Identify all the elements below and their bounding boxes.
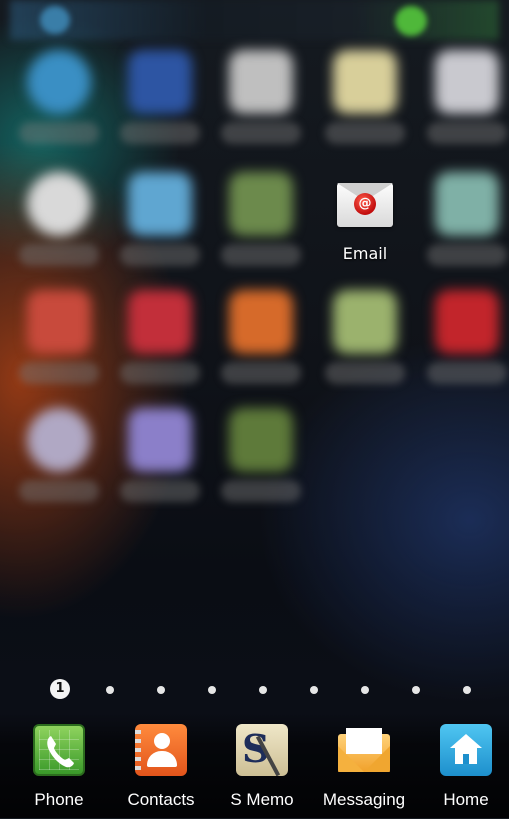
blurred-app[interactable]: [216, 408, 306, 518]
app-icon: [229, 408, 293, 472]
app-icon: [27, 50, 91, 114]
blurred-app[interactable]: [115, 172, 205, 282]
app-label-blurred: [427, 362, 507, 384]
dock-item-messaging[interactable]: Messaging: [314, 724, 414, 819]
blurred-app[interactable]: [422, 50, 509, 160]
page-dot[interactable]: [361, 686, 369, 694]
app-icon: [128, 50, 192, 114]
app-label-blurred: [19, 480, 99, 502]
blurred-app[interactable]: [216, 50, 306, 160]
email-icon[interactable]: @: [337, 183, 393, 227]
phone-icon: [33, 724, 85, 776]
app-label-blurred: [221, 362, 301, 384]
dock-item-contacts[interactable]: Contacts: [111, 724, 211, 819]
app-grid: [0, 0, 509, 560]
app-label-blurred: [427, 244, 507, 266]
s-memo-icon: S: [236, 724, 288, 776]
dock-item-home[interactable]: Home: [416, 724, 509, 819]
app-icon: [333, 50, 397, 114]
app-label-blurred: [19, 122, 99, 144]
app-icon: [435, 290, 499, 354]
app-icon: [229, 172, 293, 236]
blurred-app[interactable]: [422, 172, 509, 282]
app-label-blurred: [19, 244, 99, 266]
dock: Phone Contacts S S Memo Messaging Home: [0, 712, 509, 818]
home-icon: [440, 724, 492, 776]
app-label-blurred: [221, 480, 301, 502]
page-dot[interactable]: [412, 686, 420, 694]
page-dot[interactable]: [259, 686, 267, 694]
app-icon: [27, 290, 91, 354]
dock-item-phone[interactable]: Phone: [9, 724, 109, 819]
app-icon: [333, 290, 397, 354]
app-icon: [128, 172, 192, 236]
app-icon: [435, 172, 499, 236]
blurred-app[interactable]: [14, 172, 104, 282]
email-at-seal: @: [354, 193, 376, 215]
page-dot[interactable]: [463, 686, 471, 694]
page-dot[interactable]: [106, 686, 114, 694]
app-label-blurred: [427, 122, 507, 144]
page-dot[interactable]: [310, 686, 318, 694]
app-icon: [435, 50, 499, 114]
app-icon: [128, 408, 192, 472]
blurred-app[interactable]: [115, 408, 205, 518]
blurred-app[interactable]: [422, 290, 509, 400]
app-label-blurred: [120, 122, 200, 144]
app-label-blurred: [120, 244, 200, 266]
app-label-blurred: [120, 362, 200, 384]
email-app-label[interactable]: Email: [320, 244, 410, 263]
blurred-app[interactable]: [320, 50, 410, 160]
app-label-blurred: [120, 480, 200, 502]
blurred-app[interactable]: [216, 172, 306, 282]
app-icon: [27, 408, 91, 472]
app-icon: [128, 290, 192, 354]
app-label-blurred: [221, 122, 301, 144]
blurred-app[interactable]: [115, 50, 205, 160]
app-icon: [229, 290, 293, 354]
blurred-app[interactable]: [14, 290, 104, 400]
app-icon: [27, 172, 91, 236]
dock-item-s-memo[interactable]: S S Memo: [212, 724, 312, 819]
contacts-icon: [135, 724, 187, 776]
app-icon: [229, 50, 293, 114]
dock-label-phone: Phone: [34, 790, 84, 809]
blurred-app[interactable]: [115, 290, 205, 400]
blurred-app[interactable]: [14, 50, 104, 160]
dock-label-s-memo: S Memo: [230, 790, 294, 809]
page-dot[interactable]: [208, 686, 216, 694]
page-indicator-current[interactable]: 1: [50, 679, 70, 699]
app-label-blurred: [325, 362, 405, 384]
page-dot[interactable]: [157, 686, 165, 694]
messaging-icon: [338, 724, 390, 776]
app-label-blurred: [221, 244, 301, 266]
blurred-app[interactable]: [14, 408, 104, 518]
blurred-app[interactable]: [320, 290, 410, 400]
dock-label-home: Home: [443, 790, 489, 809]
dock-label-messaging: Messaging: [322, 790, 406, 809]
app-label-blurred: [19, 362, 99, 384]
app-label-blurred: [325, 122, 405, 144]
page-indicator: 1: [0, 678, 509, 702]
blurred-app[interactable]: [216, 290, 306, 400]
dock-label-contacts: Contacts: [127, 790, 195, 809]
